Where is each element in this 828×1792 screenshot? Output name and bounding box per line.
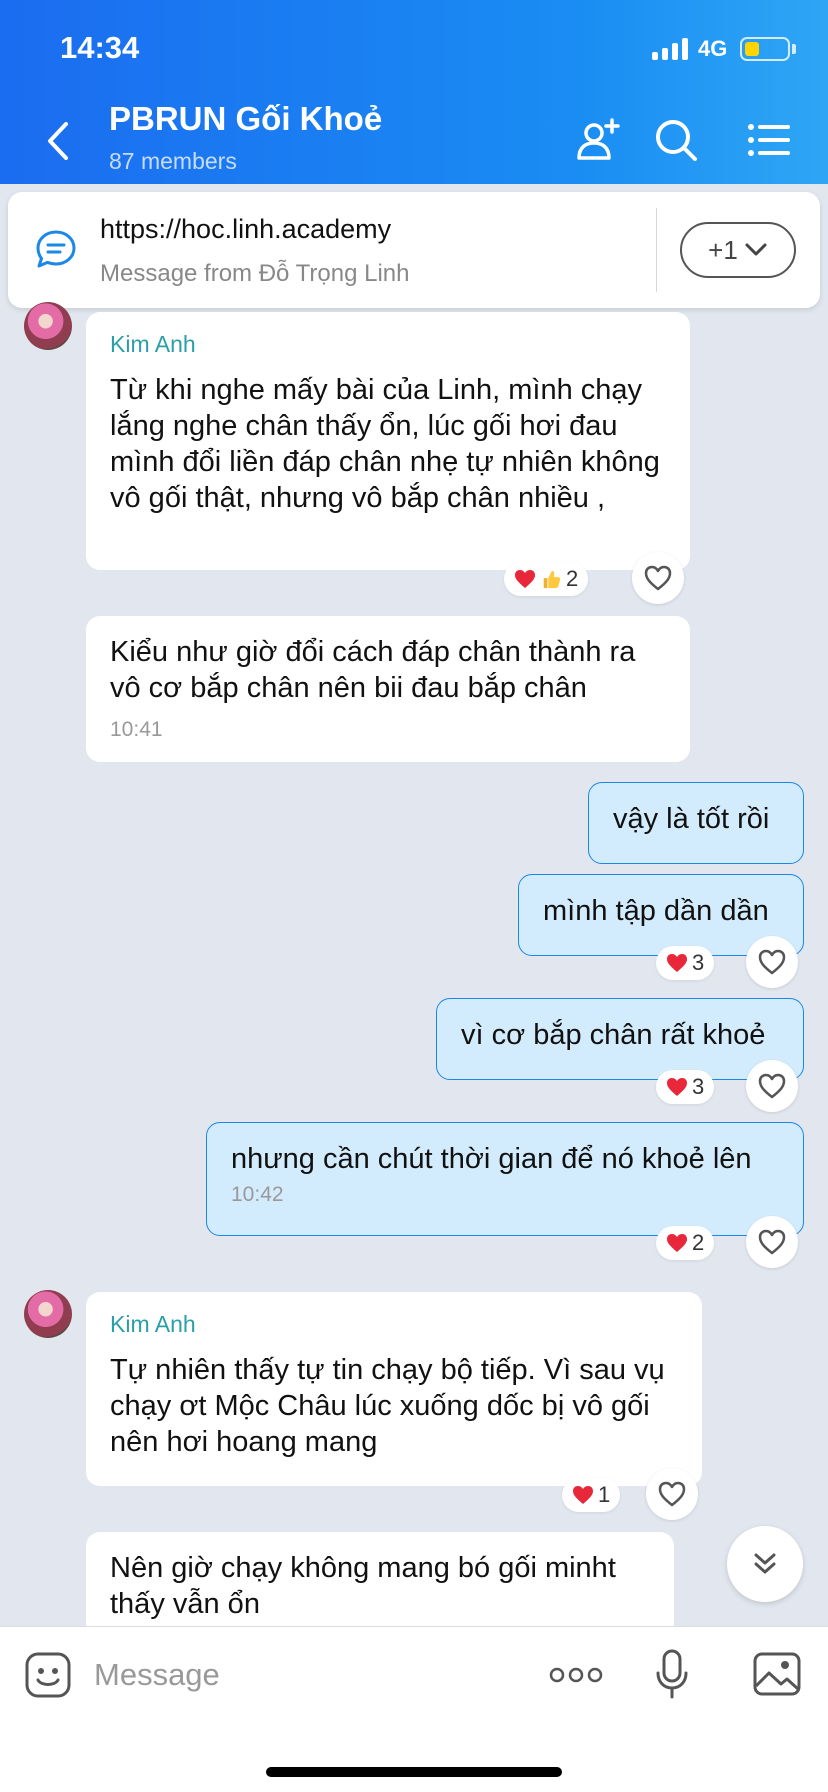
- message-text: Nên giờ chạy không mang bó gối minht thấ…: [110, 1552, 616, 1620]
- status-time: 14:34: [60, 30, 140, 65]
- sticker-icon: [25, 1652, 71, 1698]
- more-options-button[interactable]: [548, 1663, 604, 1687]
- double-chevron-down-icon: [754, 1553, 776, 1574]
- reaction-count: 1: [598, 1482, 611, 1507]
- sender-name[interactable]: Kim Anh: [110, 1310, 678, 1338]
- reaction-count: 3: [692, 1074, 705, 1099]
- message-bubble[interactable]: Kiểu như giờ đổi cách đáp chân thành ra …: [86, 616, 690, 762]
- message-text: vì cơ bắp chân rất khoẻ: [461, 1019, 766, 1051]
- my-message-bubble[interactable]: nhưng cần chút thời gian để nó khoẻ lên …: [206, 1122, 804, 1236]
- signal-icon: [652, 38, 690, 60]
- heart-outline-icon: [644, 565, 672, 591]
- photo-button[interactable]: [752, 1651, 802, 1697]
- heart-outline-icon: [658, 1481, 686, 1507]
- list-menu-icon: [748, 124, 790, 156]
- heart-emoji-icon: [515, 570, 535, 588]
- message-text: vậy là tốt rồi: [613, 803, 770, 835]
- my-message-bubble[interactable]: vậy là tốt rồi: [588, 782, 804, 864]
- react-button[interactable]: [746, 1060, 798, 1112]
- message-text: mình tập dần dần: [543, 895, 769, 927]
- pinned-more-button[interactable]: +1: [680, 222, 796, 278]
- thumbs-up-emoji-icon: [543, 570, 561, 589]
- heart-emoji-icon: [667, 954, 687, 972]
- image-icon: [753, 1652, 801, 1696]
- battery-icon: [740, 37, 790, 61]
- react-button[interactable]: [746, 1216, 798, 1268]
- message-input[interactable]: Message: [94, 1657, 220, 1693]
- message-input-bar: Message: [0, 1626, 828, 1792]
- battery-tip: [792, 44, 796, 54]
- menu-button[interactable]: [744, 116, 792, 164]
- chat-header: 14:34 4G PBRUN Gối Khoẻ 87 members: [0, 0, 828, 184]
- group-title[interactable]: PBRUN Gối Khoẻ: [109, 100, 382, 138]
- my-message-bubble[interactable]: vì cơ bắp chân rất khoẻ: [436, 998, 804, 1080]
- reaction-summary[interactable]: 2: [656, 1226, 715, 1260]
- sender-name[interactable]: Kim Anh: [110, 330, 666, 358]
- heart-emoji-icon: [667, 1234, 687, 1252]
- add-member-button[interactable]: [574, 116, 622, 164]
- search-button[interactable]: [652, 116, 700, 164]
- message-bubble[interactable]: Kim Anh Từ khi nghe mấy bài của Linh, mì…: [86, 312, 690, 570]
- more-dots-icon: [549, 1667, 603, 1683]
- react-button[interactable]: [632, 552, 684, 604]
- reaction-count: 3: [692, 950, 705, 975]
- network-type: 4G: [698, 36, 728, 61]
- chat-bubble-icon: [34, 228, 78, 272]
- reaction-count: 2: [692, 1230, 705, 1255]
- chevron-left-icon: [48, 122, 68, 160]
- heart-emoji-icon: [667, 1078, 687, 1096]
- reaction-count: 2: [566, 566, 579, 591]
- pinned-link[interactable]: https://hoc.linh.academy: [100, 214, 391, 245]
- sticker-button[interactable]: [24, 1651, 72, 1699]
- add-member-icon: [577, 118, 620, 160]
- message-time: 10:41: [110, 718, 163, 741]
- heart-emoji-icon: [573, 1486, 593, 1504]
- scroll-to-bottom-button[interactable]: [727, 1526, 803, 1602]
- message-text: Từ khi nghe mấy bài của Linh, mình chạy …: [110, 374, 660, 514]
- avatar[interactable]: [24, 302, 72, 350]
- heart-outline-icon: [758, 1073, 786, 1099]
- home-indicator[interactable]: [266, 1767, 562, 1777]
- message-bubble[interactable]: Kim Anh Tự nhiên thấy tự tin chạy bộ tiế…: [86, 1292, 702, 1486]
- message-text: Tự nhiên thấy tự tin chạy bộ tiếp. Vì sa…: [110, 1354, 665, 1458]
- react-button[interactable]: [646, 1468, 698, 1520]
- back-button[interactable]: [40, 118, 80, 164]
- reaction-summary[interactable]: 1: [562, 1478, 621, 1512]
- pinned-more-label: +1: [708, 234, 738, 265]
- reaction-summary[interactable]: 3: [656, 946, 715, 980]
- member-count[interactable]: 87 members: [109, 148, 237, 175]
- microphone-icon: [656, 1649, 688, 1699]
- voice-button[interactable]: [654, 1649, 690, 1701]
- pinned-divider: [656, 208, 657, 292]
- reaction-summary[interactable]: 2: [504, 562, 589, 596]
- heart-outline-icon: [758, 1229, 786, 1255]
- react-button[interactable]: [746, 936, 798, 988]
- pinned-sender: Message from Đỗ Trọng Linh: [100, 260, 410, 287]
- message-text: Kiểu như giờ đổi cách đáp chân thành ra …: [110, 636, 636, 704]
- search-icon: [656, 120, 697, 161]
- chevron-down-icon: [745, 243, 767, 256]
- pinned-message[interactable]: https://hoc.linh.academy Message from Đỗ…: [8, 192, 820, 308]
- heart-outline-icon: [758, 949, 786, 975]
- reaction-summary[interactable]: 3: [656, 1070, 715, 1104]
- message-text: nhưng cần chút thời gian để nó khoẻ lên: [231, 1143, 752, 1175]
- message-time: 10:42: [231, 1183, 284, 1206]
- avatar[interactable]: [24, 1290, 72, 1338]
